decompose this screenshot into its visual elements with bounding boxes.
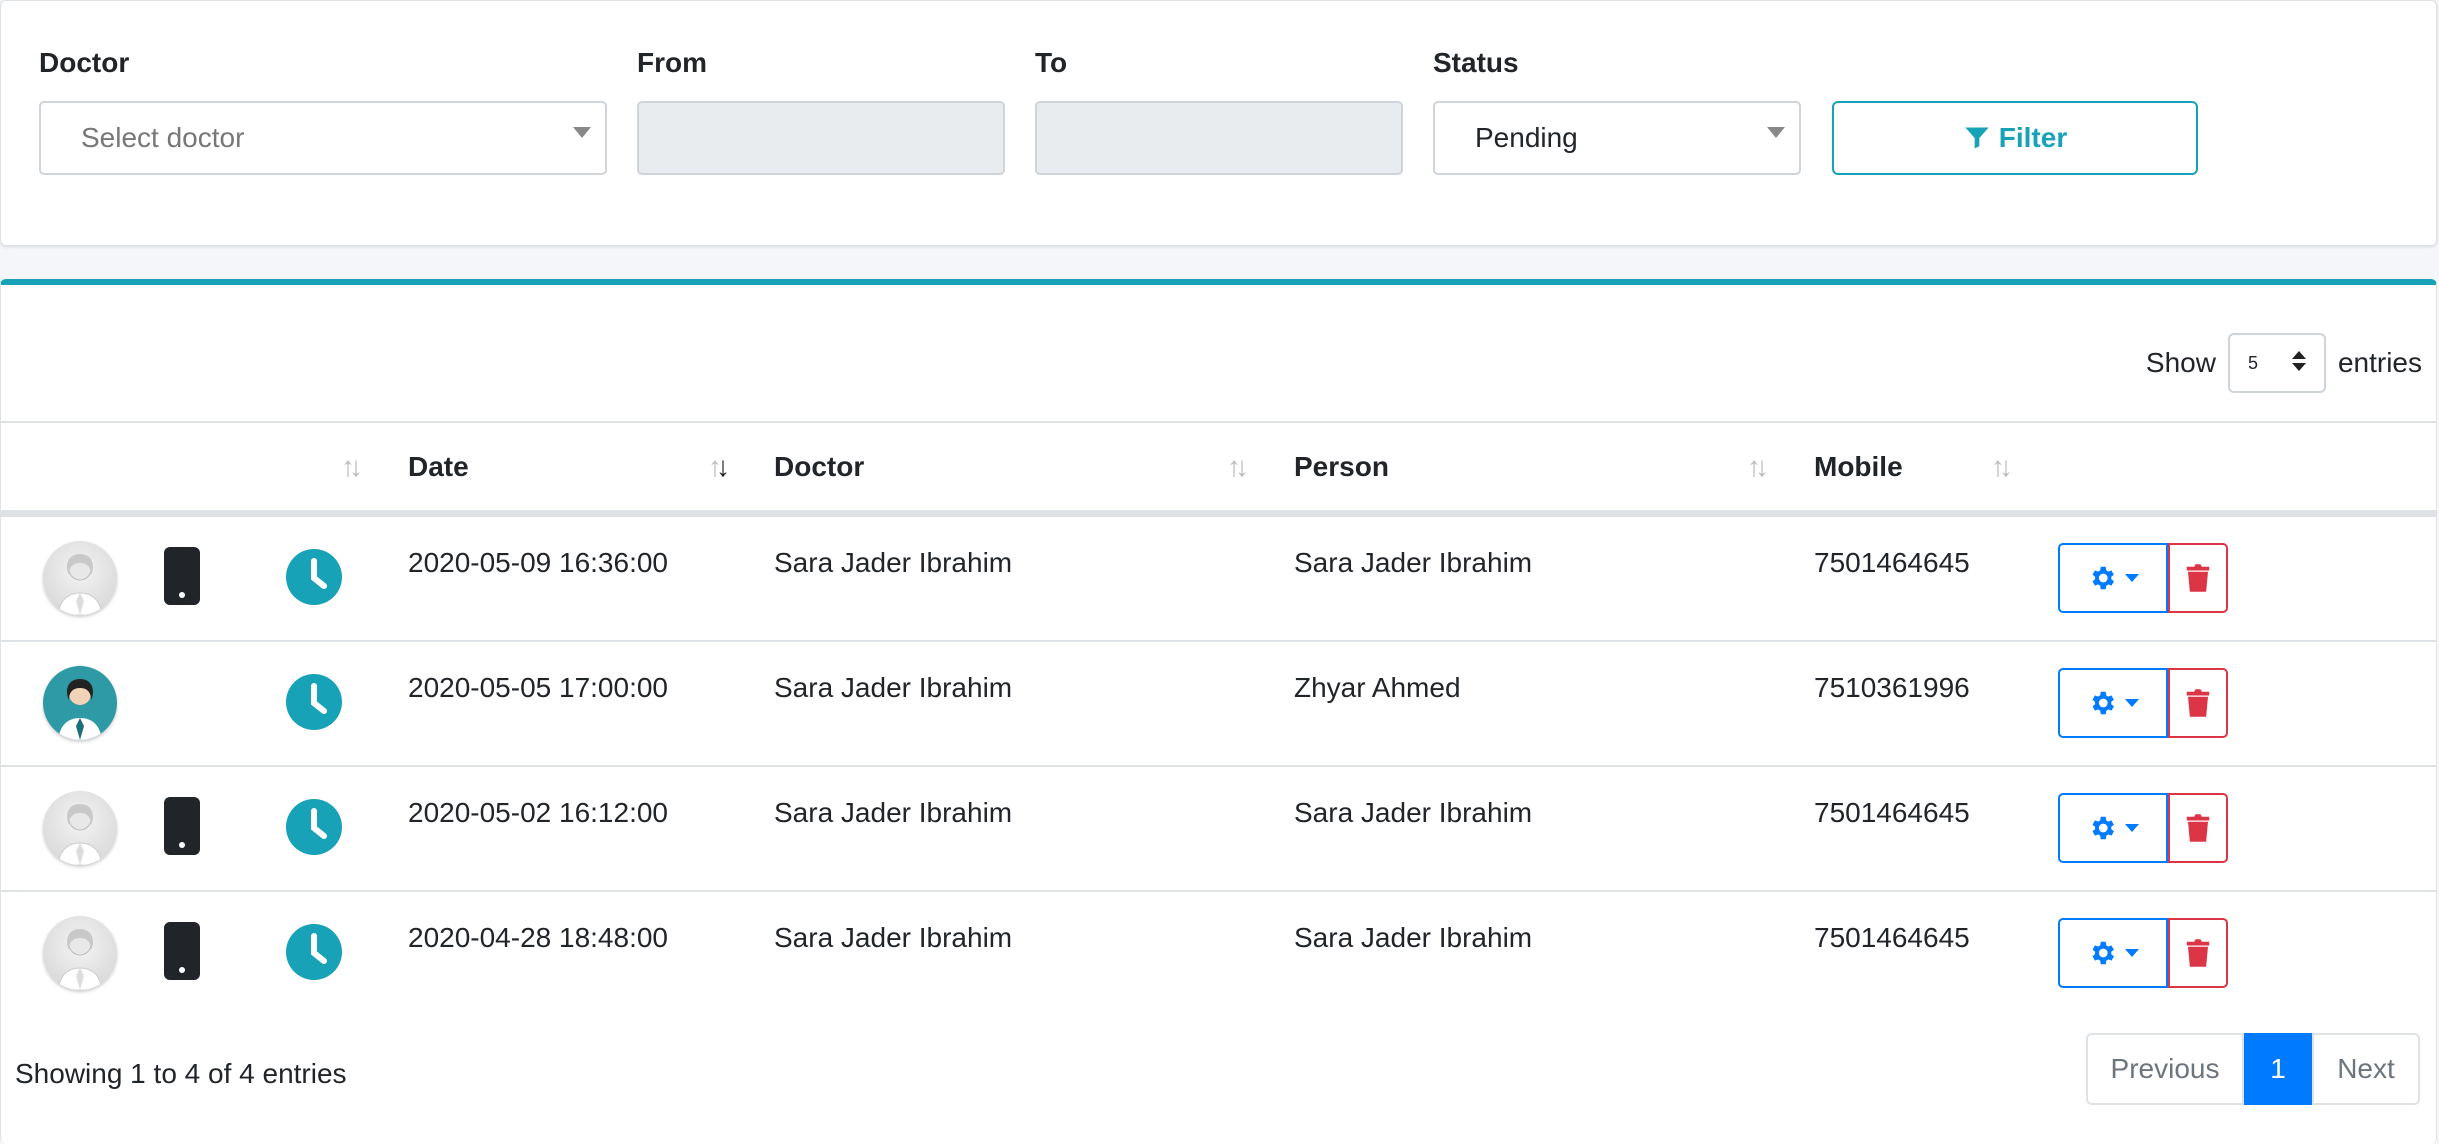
column-header-doctor[interactable]: Doctor [774,451,864,483]
page-length-select[interactable]: 5 [2227,333,2326,393]
chevron-down-icon [2125,949,2139,957]
sort-icon[interactable]: ↑↓ [1991,451,2013,483]
entries-label: entries [2337,347,2422,378]
filter-button-label: Filter [1998,122,2068,153]
person-cell: Sara Jader Ibrahim [1294,922,1533,953]
filter-icon [1965,127,1989,149]
filter-button[interactable]: Filter [1832,101,2198,175]
page-1-button[interactable]: 1 [2244,1033,2312,1105]
clock-icon [286,799,342,855]
previous-page-button[interactable]: Previous [2086,1033,2244,1105]
gear-icon [2092,816,2114,840]
phone-icon [164,922,200,980]
mobile-cell: 7501464645 [1814,922,1970,953]
show-label: Show [2145,347,2216,378]
gear-icon [2092,941,2114,965]
settings-dropdown-button[interactable] [2058,918,2168,988]
column-header-person[interactable]: Person [1294,451,1389,483]
chevron-down-icon [2125,574,2139,582]
phone-icon [164,797,200,855]
status-label: Status [1433,47,1519,78]
status-select[interactable]: Pending [1433,101,1801,175]
trash-icon [2186,939,2210,967]
doctor-cell: Sara Jader Ibrahim [774,672,1013,703]
person-cell: Sara Jader Ibrahim [1294,547,1533,578]
gear-icon [2092,566,2114,590]
trash-icon [2186,814,2210,842]
doctor-avatar-icon [43,916,117,990]
chevron-down-icon [2125,824,2139,832]
doctor-cell: Sara Jader Ibrahim [774,547,1013,578]
appointments-panel: Show 5 entries ↑↓ Date ↑↓ Doctor ↑↓ Pers… [0,279,2437,1144]
next-page-button[interactable]: Next [2312,1033,2420,1105]
sort-icon[interactable]: ↑↓ [1227,451,1249,483]
doctor-avatar-icon [43,666,117,740]
from-label: From [637,47,707,78]
gear-icon [2092,691,2114,715]
chevron-down-icon [1767,127,1785,138]
table-row: 2020-04-28 18:48:00 Sara Jader Ibrahim S… [1,890,2436,1015]
clock-icon [286,924,342,980]
clock-icon [286,549,342,605]
date-cell: 2020-05-02 16:12:00 [408,797,668,828]
chevron-down-icon [2125,699,2139,707]
settings-dropdown-button[interactable] [2058,668,2168,738]
mobile-cell: 7510361996 [1814,672,1970,703]
pagination: Previous 1 Next [2086,1033,2420,1105]
sort-icon[interactable]: ↑↓ [708,451,730,483]
mobile-cell: 7501464645 [1814,547,1970,578]
to-date-input[interactable] [1035,101,1403,175]
mobile-cell: 7501464645 [1814,797,1970,828]
filter-panel: Doctor Select doctor From To Status Pend… [0,0,2437,246]
date-cell: 2020-05-09 16:36:00 [408,547,668,578]
sort-icon[interactable]: ↑↓ [1747,451,1769,483]
chevron-down-icon [573,127,591,138]
doctor-avatar-icon [43,791,117,865]
table-row: 2020-05-05 17:00:00 Sara Jader Ibrahim Z… [1,640,2436,765]
table-row: 2020-05-02 16:12:00 Sara Jader Ibrahim S… [1,765,2436,890]
from-date-input[interactable] [637,101,1005,175]
delete-button[interactable] [2168,668,2228,738]
date-cell: 2020-04-28 18:48:00 [408,922,668,953]
page-length-value: 5 [2247,352,2258,373]
delete-button[interactable] [2168,543,2228,613]
doctor-select-placeholder: Select doctor [81,122,245,153]
page-length-control: Show 5 entries [2146,333,2422,393]
table-header: ↑↓ Date ↑↓ Doctor ↑↓ Person ↑↓ Mobile ↑↓ [1,421,2436,515]
table-info: Showing 1 to 4 of 4 entries [15,1058,347,1089]
phone-icon [164,547,200,605]
delete-button[interactable] [2168,918,2228,988]
to-label: To [1035,47,1068,78]
person-cell: Sara Jader Ibrahim [1294,797,1533,828]
doctor-label: Doctor [39,47,130,78]
settings-dropdown-button[interactable] [2058,793,2168,863]
table-row: 2020-05-09 16:36:00 Sara Jader Ibrahim S… [1,515,2436,640]
column-header-date[interactable]: Date [408,451,469,483]
trash-icon [2186,564,2210,592]
doctor-cell: Sara Jader Ibrahim [774,922,1013,953]
doctor-cell: Sara Jader Ibrahim [774,797,1013,828]
status-select-value: Pending [1475,122,1578,153]
trash-icon [2186,689,2210,717]
delete-button[interactable] [2168,793,2228,863]
clock-icon [286,674,342,730]
date-cell: 2020-05-05 17:00:00 [408,672,668,703]
column-header-mobile[interactable]: Mobile [1814,451,1903,483]
doctor-select[interactable]: Select doctor [39,101,607,175]
updown-arrows-icon [2291,351,2306,371]
settings-dropdown-button[interactable] [2058,543,2168,613]
sort-icon[interactable]: ↑↓ [341,451,363,483]
person-cell: Zhyar Ahmed [1294,672,1461,703]
doctor-avatar-icon [43,541,117,615]
